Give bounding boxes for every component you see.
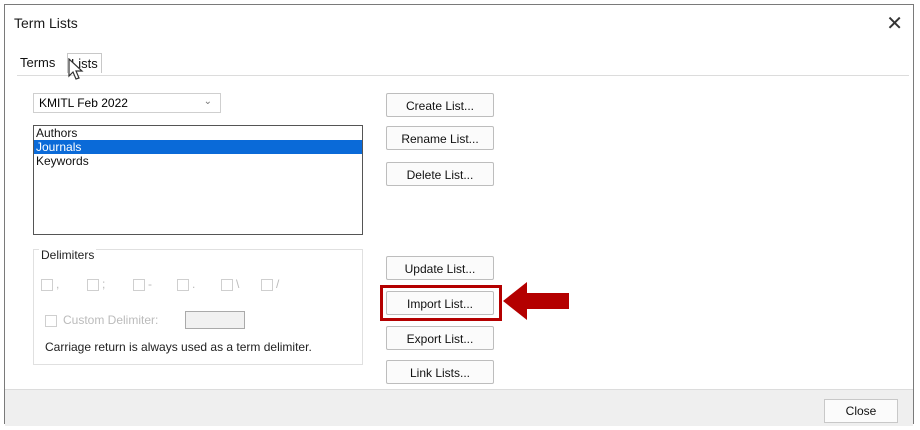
custom-delimiter-label: Custom Delimiter: [63, 313, 159, 327]
tab-terms[interactable]: Terms [17, 53, 58, 72]
delimiter-period-checkbox[interactable] [177, 279, 189, 291]
term-lists-window: Term Lists ✕ Terms Lists KMITL Feb 2022 … [4, 4, 914, 426]
window-title: Term Lists [14, 15, 78, 31]
delimiter-hyphen-label: - [148, 277, 152, 291]
close-icon[interactable]: ✕ [886, 11, 903, 36]
delimiters-legend: Delimiters [39, 248, 97, 262]
export-list-button[interactable]: Export List... [386, 326, 494, 350]
delimiter-semicolon-label: ; [102, 277, 106, 291]
delimiter-comma-checkbox[interactable] [41, 279, 53, 291]
lists-listbox[interactable]: Authors Journals Keywords [33, 125, 363, 235]
delimiter-period-label: . [192, 277, 196, 291]
arrow-left-icon [503, 282, 569, 320]
import-highlight-box [380, 285, 502, 321]
custom-delimiter-checkbox[interactable] [45, 315, 57, 327]
delimiter-slash-label: / [276, 277, 280, 291]
custom-delimiter-input[interactable] [185, 311, 245, 329]
create-list-button[interactable]: Create List... [386, 93, 494, 117]
delimiter-note: Carriage return is always used as a term… [45, 340, 312, 354]
mouse-cursor-icon [68, 58, 84, 80]
title-bar: Term Lists ✕ [5, 5, 913, 41]
link-lists-button[interactable]: Link Lists... [386, 360, 494, 384]
dialog-footer: Close [5, 389, 913, 426]
delimiter-backslash-label: \ [236, 277, 240, 291]
delimiter-backslash-checkbox[interactable] [221, 279, 233, 291]
list-item-journals[interactable]: Journals [34, 140, 362, 154]
list-item-keywords[interactable]: Keywords [34, 154, 362, 168]
rename-list-button[interactable]: Rename List... [386, 126, 494, 150]
delete-list-button[interactable]: Delete List... [386, 162, 494, 186]
library-select[interactable]: KMITL Feb 2022 ⌄ [33, 93, 221, 113]
update-list-button[interactable]: Update List... [386, 256, 494, 280]
library-select-value: KMITL Feb 2022 [39, 96, 128, 110]
delimiter-hyphen-checkbox[interactable] [133, 279, 145, 291]
close-button[interactable]: Close [824, 399, 898, 423]
chevron-down-icon: ⌄ [203, 96, 212, 107]
delimiter-semicolon-checkbox[interactable] [87, 279, 99, 291]
delimiter-comma-label: , [56, 277, 60, 291]
delimiter-slash-checkbox[interactable] [261, 279, 273, 291]
list-item-authors[interactable]: Authors [34, 126, 362, 140]
